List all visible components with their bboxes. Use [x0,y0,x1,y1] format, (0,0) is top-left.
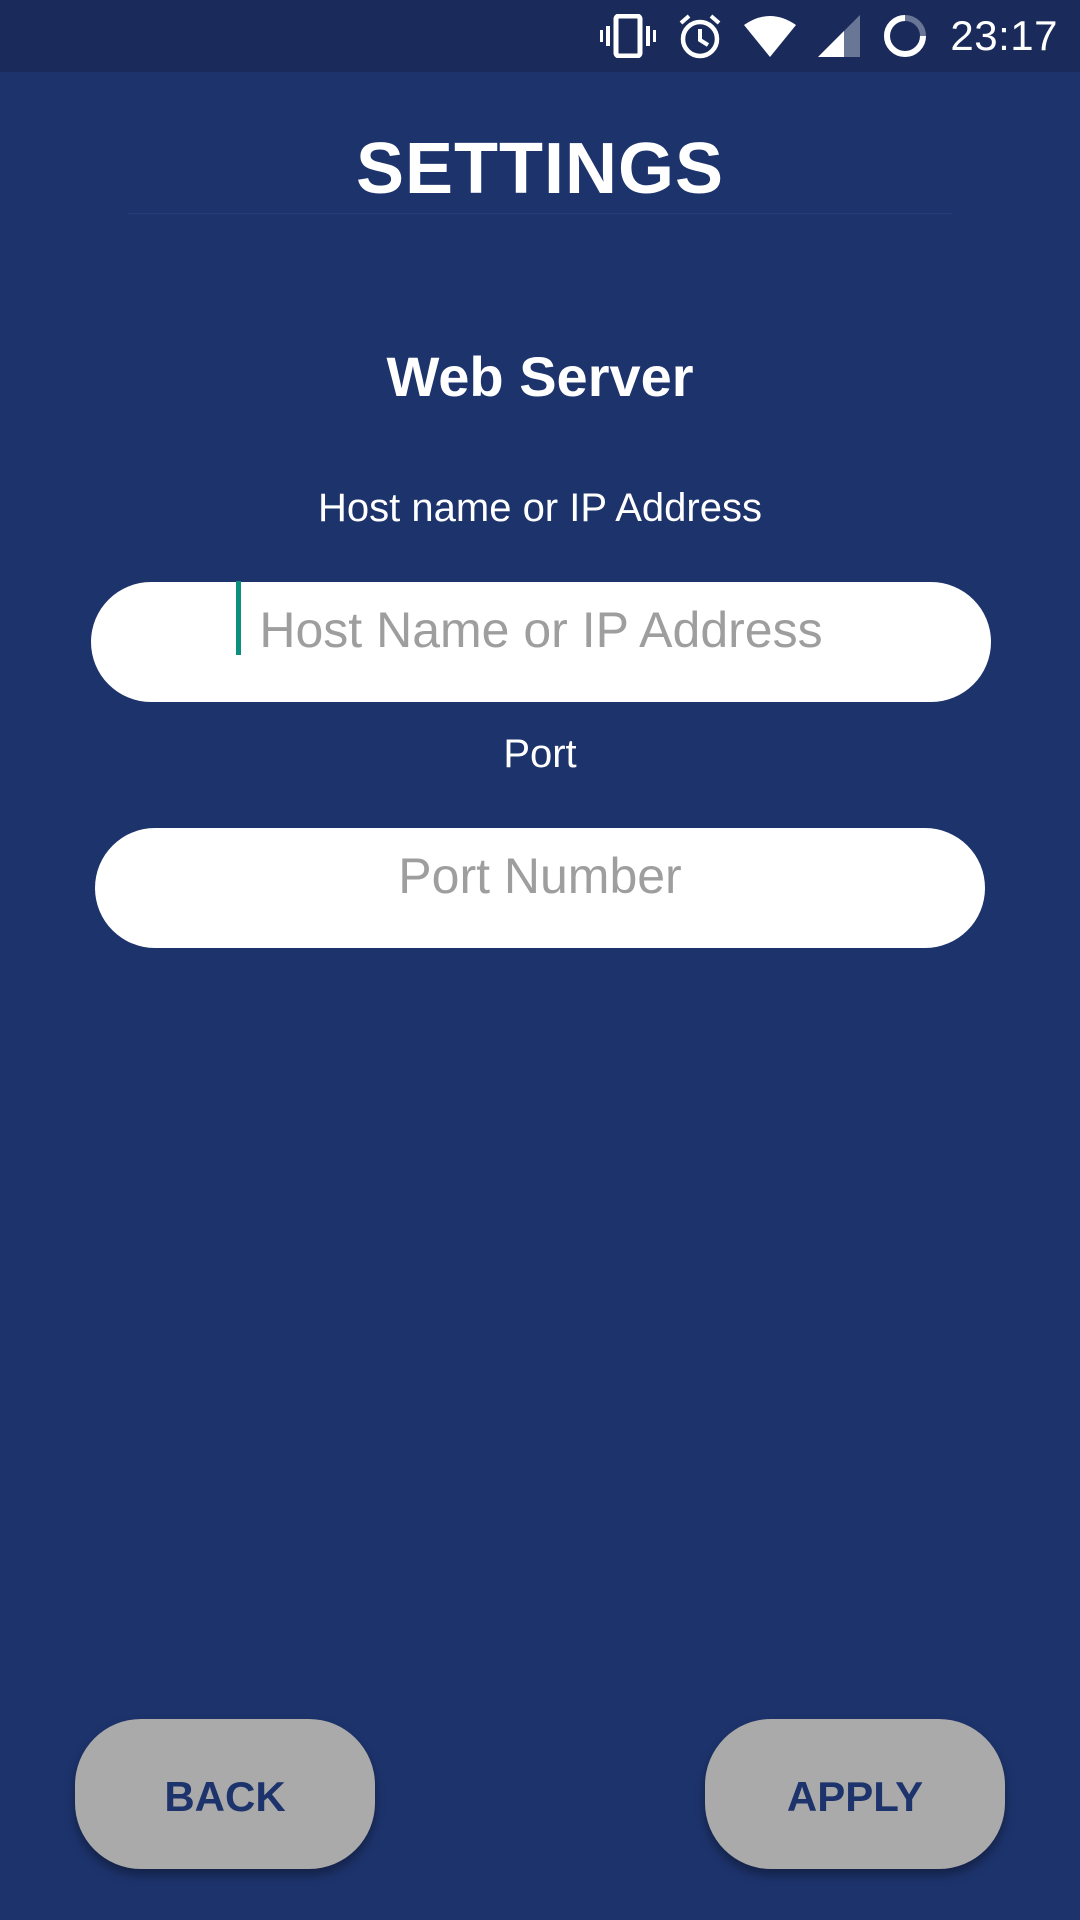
settings-screen: 23:17 SETTINGS Web Server Host name or I… [0,0,1080,1920]
page-title: SETTINGS [355,129,725,209]
apply-button[interactable]: APPLY [705,1719,1005,1869]
vibrate-icon [600,14,657,58]
cell-signal-icon [818,15,861,57]
title-divider [128,213,952,214]
wifi-icon [744,15,797,57]
status-bar: 23:17 [0,0,1080,72]
host-input[interactable] [91,582,991,702]
text-cursor [236,581,241,655]
section-title-web-server: Web Server [386,345,694,408]
host-input-container [91,582,991,702]
alarm-icon [678,13,722,59]
status-icons: 23:17 [600,0,1058,72]
status-time: 23:17 [950,12,1058,59]
port-label: Port [503,732,577,776]
port-input-container [95,828,985,948]
battery-loading-icon [882,13,928,59]
back-button[interactable]: BACK [75,1719,375,1869]
host-label: Host name or IP Address [318,486,762,530]
port-input[interactable] [95,828,985,948]
